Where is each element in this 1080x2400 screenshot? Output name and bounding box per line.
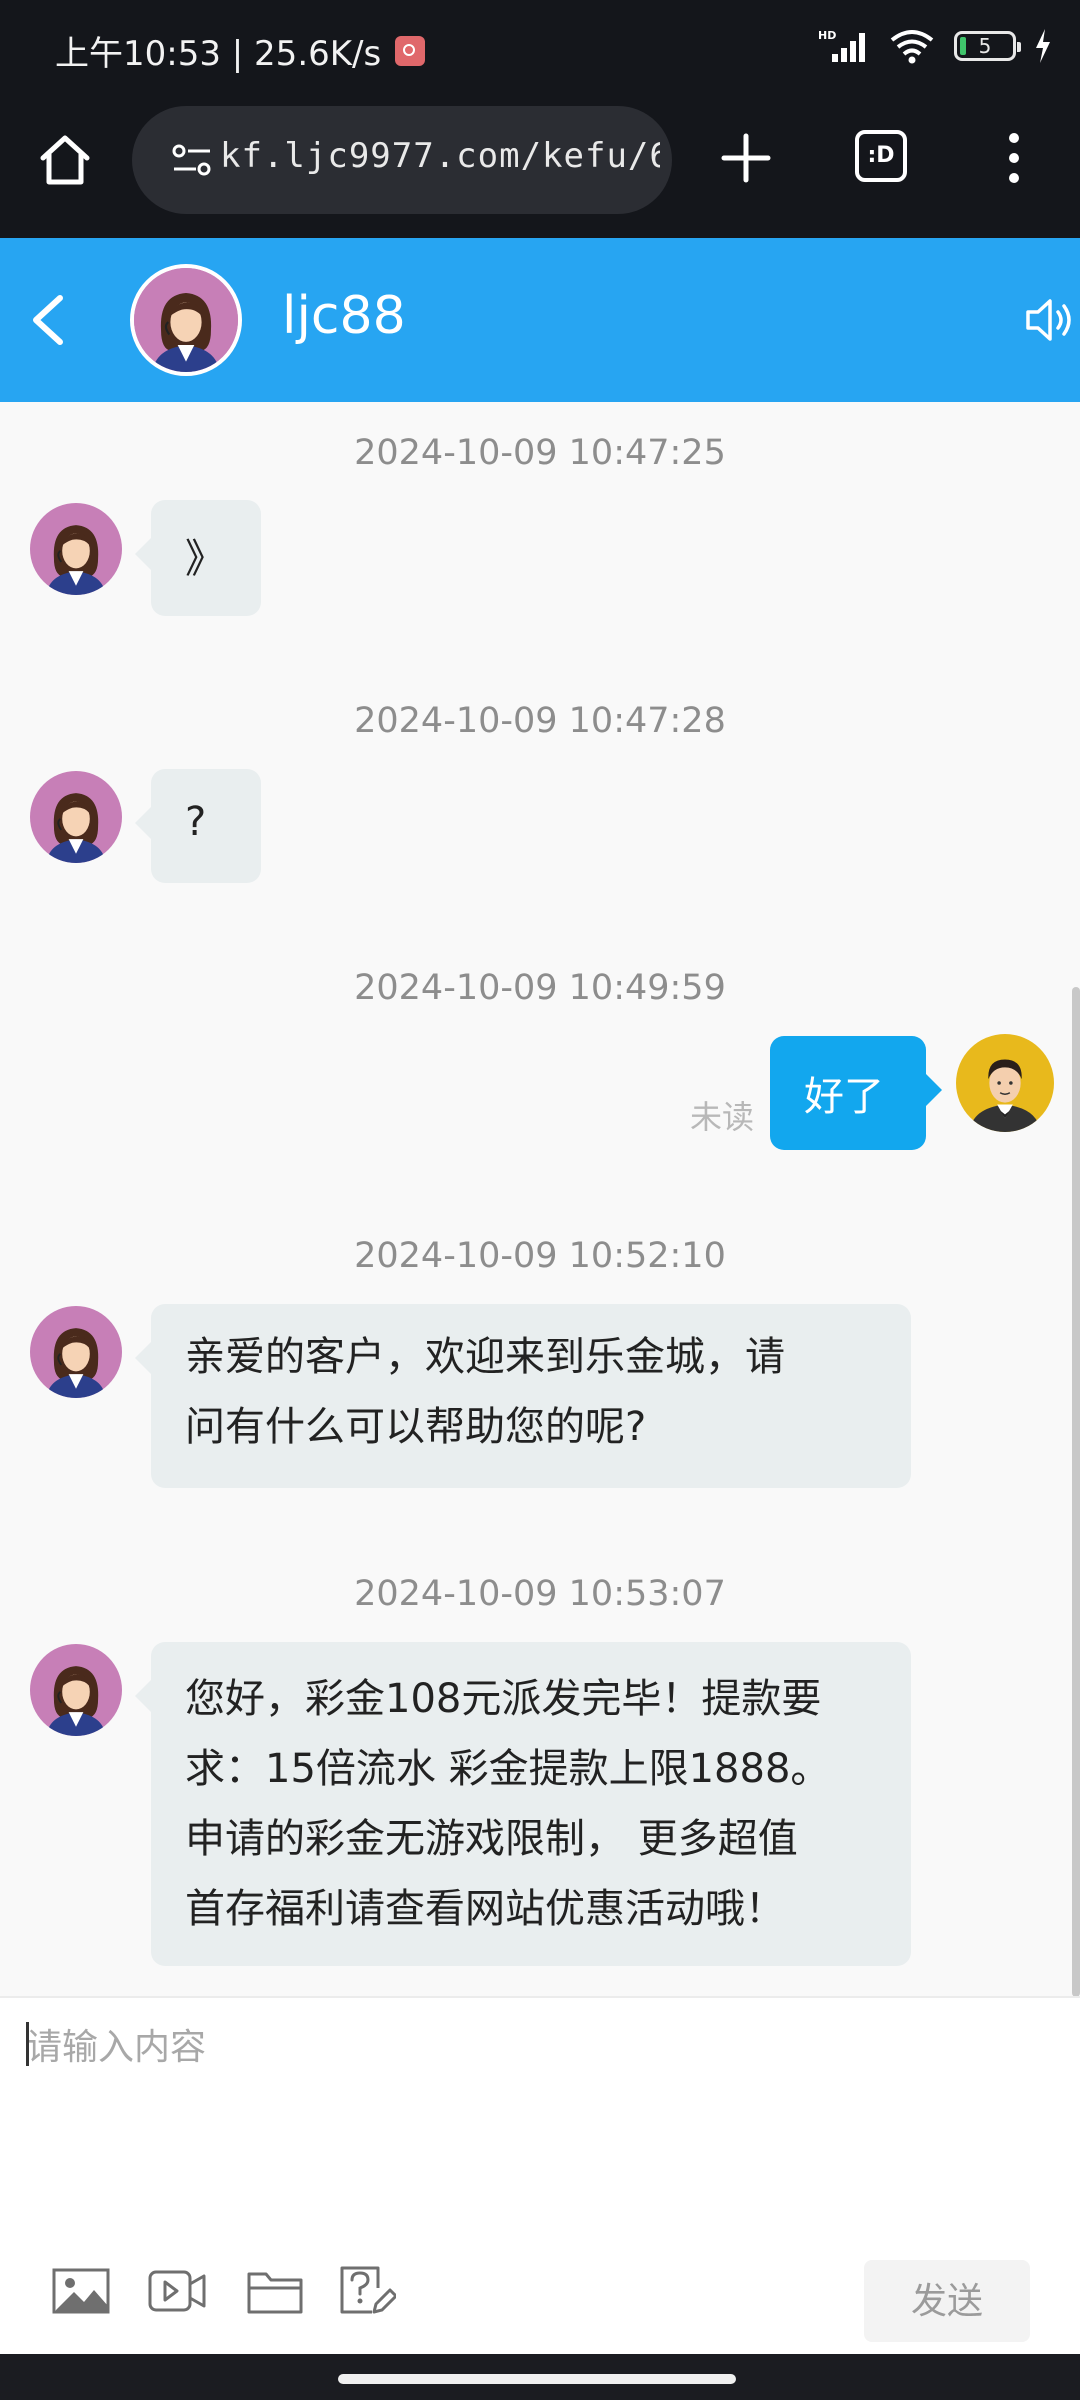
status-right: HD 5 <box>818 28 1052 64</box>
chat-scrollbar[interactable] <box>1072 987 1080 1996</box>
message-bubble[interactable]: 亲爱的客户，欢迎来到乐金城，请 问有什么可以帮助您的呢? <box>135 1304 911 1488</box>
message-timestamp: 2024-10-09 10:47:28 <box>354 701 726 741</box>
more-menu-icon[interactable] <box>994 128 1034 188</box>
send-button[interactable]: 发送 <box>864 2260 1030 2342</box>
site-settings-icon[interactable] <box>172 142 212 178</box>
message-text-line: 亲爱的客户，欢迎来到乐金城，请 <box>185 1334 785 1380</box>
signal-icon: HD <box>818 29 865 62</box>
chat-message-list[interactable]: 2024-10-09 10:47:25 》 2024-10-09 10:47:2… <box>0 402 1080 1996</box>
agent-avatar <box>130 264 242 376</box>
status-left: 上午10:53 | 25.6K/s <box>55 26 426 75</box>
agent-avatar <box>30 503 122 595</box>
question-edit-icon[interactable] <box>338 2266 396 2316</box>
read-status: 未读 <box>690 1098 755 1136</box>
address-bar[interactable]: kf.ljc9977.com/kefu/658d29 <box>132 106 672 214</box>
message-text-line: 您好，彩金108元派发完毕！提款要 <box>185 1676 822 1722</box>
message-timestamp: 2024-10-09 10:47:25 <box>354 433 726 473</box>
status-bar: 上午10:53 | 25.6K/s HD 5 <box>0 0 1080 100</box>
back-arrow-icon[interactable] <box>20 288 80 352</box>
video-icon[interactable] <box>148 2266 206 2316</box>
home-icon[interactable] <box>35 130 95 190</box>
message-composer: 发送 <box>0 1996 1080 2356</box>
agent-avatar <box>30 1644 122 1736</box>
message-text-line: 首存福利请查看网站优惠活动哦！ <box>185 1886 785 1932</box>
chat-header: ljc88 <box>0 238 1080 402</box>
message-timestamp: 2024-10-09 10:53:07 <box>354 1574 726 1614</box>
wifi-icon <box>890 30 934 64</box>
tabs-button[interactable]: :D <box>855 130 907 182</box>
new-tab-icon[interactable] <box>716 128 776 188</box>
charging-icon <box>1036 29 1050 63</box>
status-time-speed: 上午10:53 | 25.6K/s <box>55 34 382 74</box>
message-bubble[interactable]: 您好，彩金108元派发完毕！提款要 求：15倍流水 彩金提款上限1888。 申请… <box>135 1642 911 1966</box>
speaker-icon[interactable] <box>1024 292 1080 348</box>
screen-record-icon <box>395 35 426 66</box>
message-input[interactable] <box>26 2018 1056 2198</box>
network-label: HD <box>818 29 836 42</box>
message-text: 》 <box>185 536 225 582</box>
message-text-line: 问有什么可以帮助您的呢? <box>185 1404 647 1450</box>
message-text: 好了 <box>804 1074 884 1120</box>
gesture-handle[interactable] <box>338 2374 736 2384</box>
browser-toolbar: kf.ljc9977.com/kefu/658d29 :D <box>0 100 1080 238</box>
user-avatar <box>956 1034 1054 1132</box>
battery-icon: 5 <box>954 31 1021 61</box>
message-bubble[interactable]: 》 <box>135 500 261 616</box>
message-timestamp: 2024-10-09 10:52:10 <box>354 1236 726 1276</box>
message-bubble[interactable]: 好了 <box>770 1036 942 1150</box>
agent-avatar <box>30 1306 122 1398</box>
image-icon[interactable] <box>52 2266 110 2316</box>
agent-avatar <box>30 771 122 863</box>
text-cursor <box>26 2022 29 2066</box>
message-text: ? <box>185 799 207 845</box>
message-text-line: 申请的彩金无游戏限制， 更多超值 <box>185 1816 798 1862</box>
folder-icon[interactable] <box>246 2266 304 2316</box>
system-nav-bar <box>0 2354 1080 2400</box>
chat-title: ljc88 <box>282 286 406 346</box>
message-text-line: 求：15倍流水 彩金提款上限1888。 <box>185 1746 831 1792</box>
message-bubble[interactable]: ? <box>135 769 261 883</box>
url-text[interactable]: kf.ljc9977.com/kefu/658d29 <box>220 136 660 176</box>
message-timestamp: 2024-10-09 10:49:59 <box>354 968 726 1008</box>
battery-level: 5 <box>978 34 992 58</box>
